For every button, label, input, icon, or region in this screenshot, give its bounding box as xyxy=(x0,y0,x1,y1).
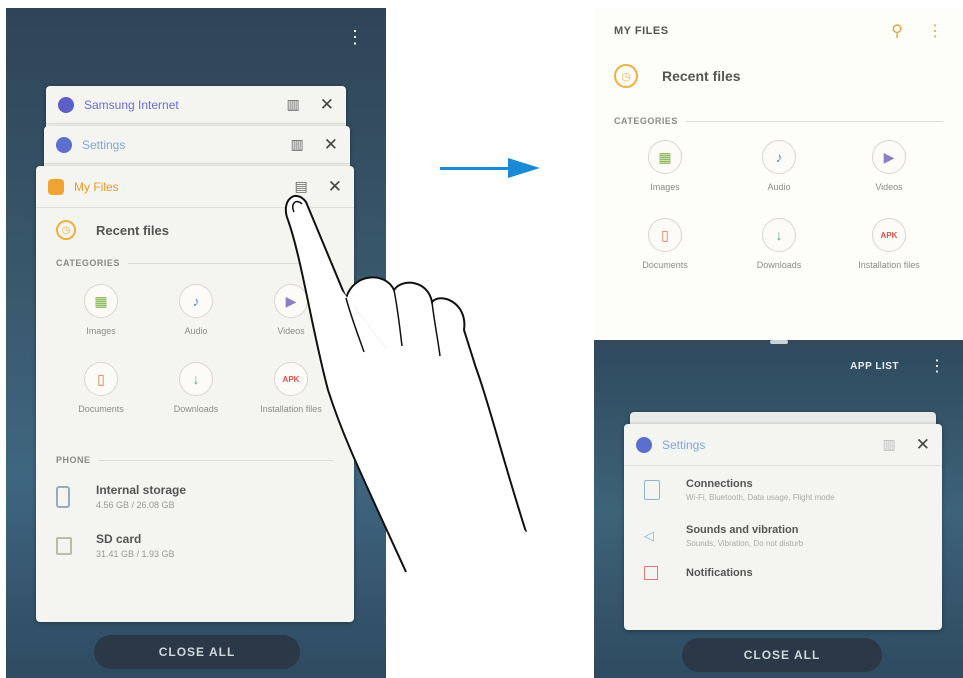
download-icon: ↓ xyxy=(762,218,796,252)
music-note-icon: ♪ xyxy=(762,140,796,174)
sd-card-icon xyxy=(56,536,72,555)
recent-files-label: Recent files xyxy=(662,68,741,84)
download-icon: ↓ xyxy=(179,362,213,396)
category-videos[interactable]: ▶ Videos xyxy=(844,140,934,192)
close-all-button[interactable]: CLOSE ALL xyxy=(94,635,300,669)
close-all-button[interactable]: CLOSE ALL xyxy=(682,638,882,672)
settings-icon xyxy=(636,436,652,453)
more-options-icon[interactable]: ⋮ xyxy=(927,21,943,41)
category-documents[interactable]: ▯ Documents xyxy=(620,218,710,270)
arrow-right-icon xyxy=(508,158,540,178)
transition-arrow-line xyxy=(440,167,512,170)
samsung-internet-icon xyxy=(58,96,74,113)
card-title: My Files xyxy=(74,179,119,194)
hand-gesture-illustration xyxy=(285,195,527,573)
category-downloads[interactable]: ↓ Downloads xyxy=(151,362,241,414)
clock-icon: ◷ xyxy=(614,64,638,88)
recent-apps-area: APP LIST ⋮ Settings ▥ ✕ Connections Wi-F… xyxy=(594,346,963,678)
app-list-button[interactable]: APP LIST xyxy=(850,361,899,372)
card-title: Settings xyxy=(82,137,126,152)
apk-icon: APK xyxy=(872,218,906,252)
more-options-icon[interactable]: ⋮ xyxy=(346,28,364,46)
category-images[interactable]: ▦ Images xyxy=(620,140,710,192)
document-icon: ▯ xyxy=(84,362,118,396)
close-icon[interactable]: ✕ xyxy=(916,435,930,455)
document-icon: ▯ xyxy=(648,218,682,252)
category-downloads[interactable]: ↓ Downloads xyxy=(734,218,824,270)
speaker-icon: ◁ xyxy=(644,528,654,543)
category-audio[interactable]: ♪ Audio xyxy=(734,140,824,192)
video-icon: ▶ xyxy=(872,140,906,174)
search-icon[interactable]: ⚲ xyxy=(891,21,903,41)
settings-item-connections[interactable]: Connections Wi-Fi, Bluetooth, Data usage… xyxy=(624,466,942,514)
page-title: MY FILES xyxy=(614,25,669,37)
close-icon[interactable]: ✕ xyxy=(320,95,334,115)
categories-header: CATEGORIES xyxy=(594,98,963,126)
connections-icon xyxy=(644,480,660,500)
category-installation-files[interactable]: APK Installation files xyxy=(844,218,934,270)
image-icon: ▦ xyxy=(648,140,682,174)
more-options-icon[interactable]: ⋮ xyxy=(929,356,945,376)
category-images[interactable]: ▦ Images xyxy=(56,284,146,336)
my-files-window: MY FILES ⚲ ⋮ ◷ Recent files CATEGORIES ▦… xyxy=(594,8,963,340)
card-title: Settings xyxy=(662,437,706,452)
category-documents[interactable]: ▯ Documents xyxy=(56,362,146,414)
settings-item-notifications[interactable]: Notifications xyxy=(624,558,942,588)
recent-app-card-settings[interactable]: Settings ▥ ✕ Connections Wi-Fi, Bluetoot… xyxy=(624,424,942,630)
recent-files-row[interactable]: ◷ Recent files xyxy=(594,54,963,98)
divider-handle[interactable] xyxy=(770,340,788,344)
right-phone-screen: MY FILES ⚲ ⋮ ◷ Recent files CATEGORIES ▦… xyxy=(594,8,963,678)
recent-files-label[interactable]: Recent files xyxy=(96,223,169,238)
split-screen-icon[interactable]: ▥ xyxy=(287,96,300,113)
settings-icon xyxy=(56,136,72,153)
settings-item-sounds[interactable]: ◁ Sounds and vibration Sounds, Vibration… xyxy=(624,514,942,558)
clock-icon: ◷ xyxy=(56,220,76,240)
my-files-icon xyxy=(48,178,64,195)
phone-storage-icon xyxy=(56,485,70,508)
notifications-icon xyxy=(644,566,658,580)
category-audio[interactable]: ♪ Audio xyxy=(151,284,241,336)
image-icon: ▦ xyxy=(84,284,118,318)
split-screen-icon[interactable]: ▥ xyxy=(883,436,896,453)
split-screen-icon[interactable]: ▥ xyxy=(291,136,304,153)
close-icon[interactable]: ✕ xyxy=(324,135,338,155)
card-title: Samsung Internet xyxy=(84,97,179,112)
music-note-icon: ♪ xyxy=(179,284,213,318)
